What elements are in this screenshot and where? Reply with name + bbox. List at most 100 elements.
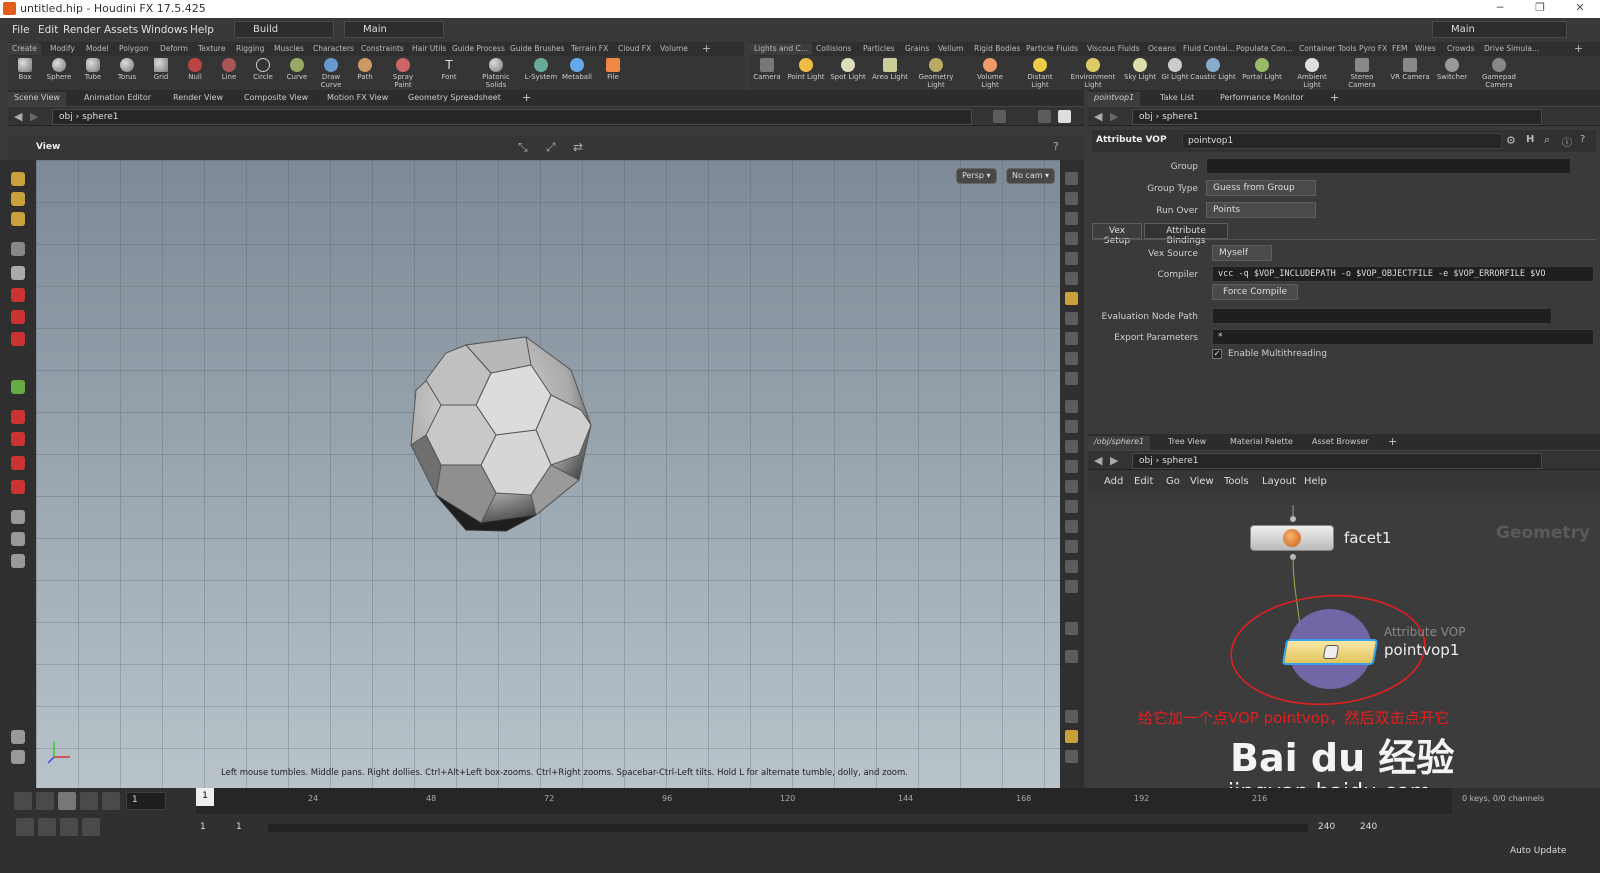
view-tool-3-icon[interactable]: ⇄	[573, 140, 583, 154]
circle-tool[interactable]: Circle	[246, 56, 280, 90]
geometry-light-tool[interactable]: Geometry Light	[916, 56, 956, 90]
network-menu-go[interactable]: Go	[1166, 476, 1180, 487]
shelf-tab-particles[interactable]: Particles	[859, 43, 899, 55]
platonic-solids-tool[interactable]: Platonic Solids	[476, 56, 516, 90]
shelf-tab-modify[interactable]: Modify	[46, 43, 79, 55]
camera-view-icon[interactable]	[11, 510, 25, 524]
display-option-4-icon[interactable]	[1065, 252, 1078, 265]
shelf-tab-drive-simulation[interactable]: Drive Simula...	[1480, 43, 1543, 55]
gi-light-tool[interactable]: GI Light	[1158, 56, 1192, 90]
tab-geometry-spreadsheet[interactable]: Geometry Spreadsheet	[402, 92, 507, 106]
tab-take-list[interactable]: Take List	[1154, 92, 1200, 106]
jump-end-button[interactable]	[102, 792, 120, 810]
shelf-tab-deform[interactable]: Deform	[156, 43, 192, 55]
scene-path-field[interactable]: obj › sphere1	[52, 109, 972, 125]
pointvop1-node[interactable]	[1281, 639, 1379, 665]
frame-marker[interactable]: 1	[196, 788, 214, 806]
shelf-tab-rigid-bodies[interactable]: Rigid Bodies	[970, 43, 1024, 55]
view-tool-1-icon[interactable]: ⤡	[518, 140, 528, 155]
gamepad-camera-tool[interactable]: Gamepad Camera	[1476, 56, 1522, 90]
network-menu-add[interactable]: Add	[1104, 476, 1123, 487]
tab-motion-fx-view[interactable]: Motion FX View	[321, 92, 394, 106]
display-option-20-icon[interactable]	[1065, 622, 1078, 635]
paint-icon[interactable]	[11, 730, 25, 744]
view-tool-2-icon[interactable]: ⤢	[546, 140, 556, 155]
shelf-tab-particle-fluids[interactable]: Particle Fluids	[1022, 43, 1082, 55]
display-option-6-icon[interactable]	[1065, 312, 1078, 325]
desktop-dropdown[interactable]: Build	[234, 21, 334, 38]
info-icon[interactable]	[1065, 710, 1078, 723]
network-editor[interactable]: Geometry facet1 Attribute VOP pointvop1 …	[1088, 505, 1600, 788]
realtime-button[interactable]	[82, 818, 100, 836]
display-option-5-icon[interactable]	[1065, 272, 1078, 285]
shelf-tab-create[interactable]: Create	[8, 43, 41, 55]
range-end-field[interactable]: 240	[1318, 822, 1335, 832]
tab-animation-editor[interactable]: Animation Editor	[78, 92, 157, 106]
group-type-dropdown[interactable]: Guess from Group	[1206, 180, 1316, 196]
range-start2-field[interactable]: 1	[236, 822, 242, 832]
add-pane-tab-button[interactable]: +	[516, 90, 537, 104]
stereo-camera-tool[interactable]: Stereo Camera	[1340, 56, 1384, 90]
scale-icon[interactable]	[11, 332, 25, 346]
shelf-tab-fem[interactable]: FEM	[1388, 43, 1412, 55]
snap-point-icon[interactable]	[11, 480, 25, 494]
shelf-tab-muscles[interactable]: Muscles	[270, 43, 308, 55]
add-shelf-tab-right-button[interactable]: +	[1570, 41, 1587, 55]
display-option-13-icon[interactable]	[1065, 460, 1078, 473]
tube-tool[interactable]: Tube	[76, 56, 110, 90]
tool-handle-icon[interactable]	[11, 172, 25, 186]
curve-tool[interactable]: Curve	[280, 56, 314, 90]
tab-render-view[interactable]: Render View	[167, 92, 229, 106]
persp-dropdown[interactable]: Persp ▾	[956, 168, 997, 184]
display-option-14-icon[interactable]	[1065, 480, 1078, 493]
magnet-icon[interactable]	[11, 410, 25, 424]
shelf-tab-texture[interactable]: Texture	[194, 43, 229, 55]
range-end2-field[interactable]: 240	[1360, 822, 1377, 832]
gear-icon[interactable]: ⚙	[1506, 134, 1516, 147]
right-desktop-dropdown[interactable]: Main	[1432, 21, 1567, 38]
help-h-icon[interactable]: H	[1526, 134, 1534, 145]
ambient-light-tool[interactable]: Ambient Light	[1288, 56, 1336, 90]
shelf-tab-grains[interactable]: Grains	[901, 43, 933, 55]
add-network-tab-button[interactable]: +	[1382, 434, 1403, 448]
info-circle-icon[interactable]: ⓘ	[1562, 134, 1572, 149]
back-arrow-icon[interactable]: ◀	[14, 110, 22, 123]
network-menu-help[interactable]: Help	[1304, 476, 1327, 487]
timeline-track[interactable]: 1 24 48 72 96 120 144 168 192 216	[196, 788, 1452, 814]
group-field[interactable]	[1206, 158, 1571, 174]
display-option-21-icon[interactable]	[1065, 650, 1078, 663]
display-option-9-icon[interactable]	[1065, 372, 1078, 385]
add-shelf-tab-button[interactable]: +	[698, 41, 715, 55]
portal-light-tool[interactable]: Portal Light	[1240, 56, 1284, 90]
shelf-tab-constraints[interactable]: Constraints	[357, 43, 408, 55]
snapshot-icon[interactable]	[11, 750, 25, 764]
display-option-3-icon[interactable]	[1065, 232, 1078, 245]
question-icon[interactable]: ?	[1580, 134, 1585, 145]
tab-tree-view[interactable]: Tree View	[1162, 436, 1212, 450]
display-option-16-icon[interactable]	[1065, 520, 1078, 533]
shelf-tab-polygon[interactable]: Polygon	[115, 43, 152, 55]
display-option-7-icon[interactable]	[1065, 332, 1078, 345]
shelf-tab-wires[interactable]: Wires	[1411, 43, 1440, 55]
tab-asset-browser[interactable]: Asset Browser	[1306, 436, 1375, 450]
maximize-pane-icon[interactable]	[1058, 110, 1071, 123]
multithreading-checkbox[interactable]: ✓	[1212, 349, 1222, 359]
key-button[interactable]	[38, 818, 56, 836]
l-system-tool[interactable]: L-System	[524, 56, 558, 90]
tab-pointvop1[interactable]: pointvop1	[1088, 92, 1141, 106]
stop-button[interactable]	[58, 792, 76, 810]
environment-light-tool[interactable]: Environment Light	[1068, 56, 1118, 90]
display-option-11-icon[interactable]	[1065, 420, 1078, 433]
network-back-arrow-icon[interactable]: ◀	[1094, 454, 1102, 467]
metaball-tool[interactable]: Metaball	[560, 56, 594, 90]
tab-composite-view[interactable]: Composite View	[238, 92, 314, 106]
shelf-tab-vellum[interactable]: Vellum	[934, 43, 967, 55]
export-parameters-field[interactable]: *	[1212, 329, 1594, 345]
grid-tool[interactable]: Grid	[144, 56, 178, 90]
shelf-tab-crowds[interactable]: Crowds	[1443, 43, 1479, 55]
range-slider[interactable]	[268, 824, 1308, 832]
display-lock-icon[interactable]	[1065, 212, 1078, 225]
display-option-19-icon[interactable]	[1065, 580, 1078, 593]
switcher-tool[interactable]: Switcher	[1432, 56, 1472, 90]
shelf-tab-hair-utils[interactable]: Hair Utils	[408, 43, 450, 55]
